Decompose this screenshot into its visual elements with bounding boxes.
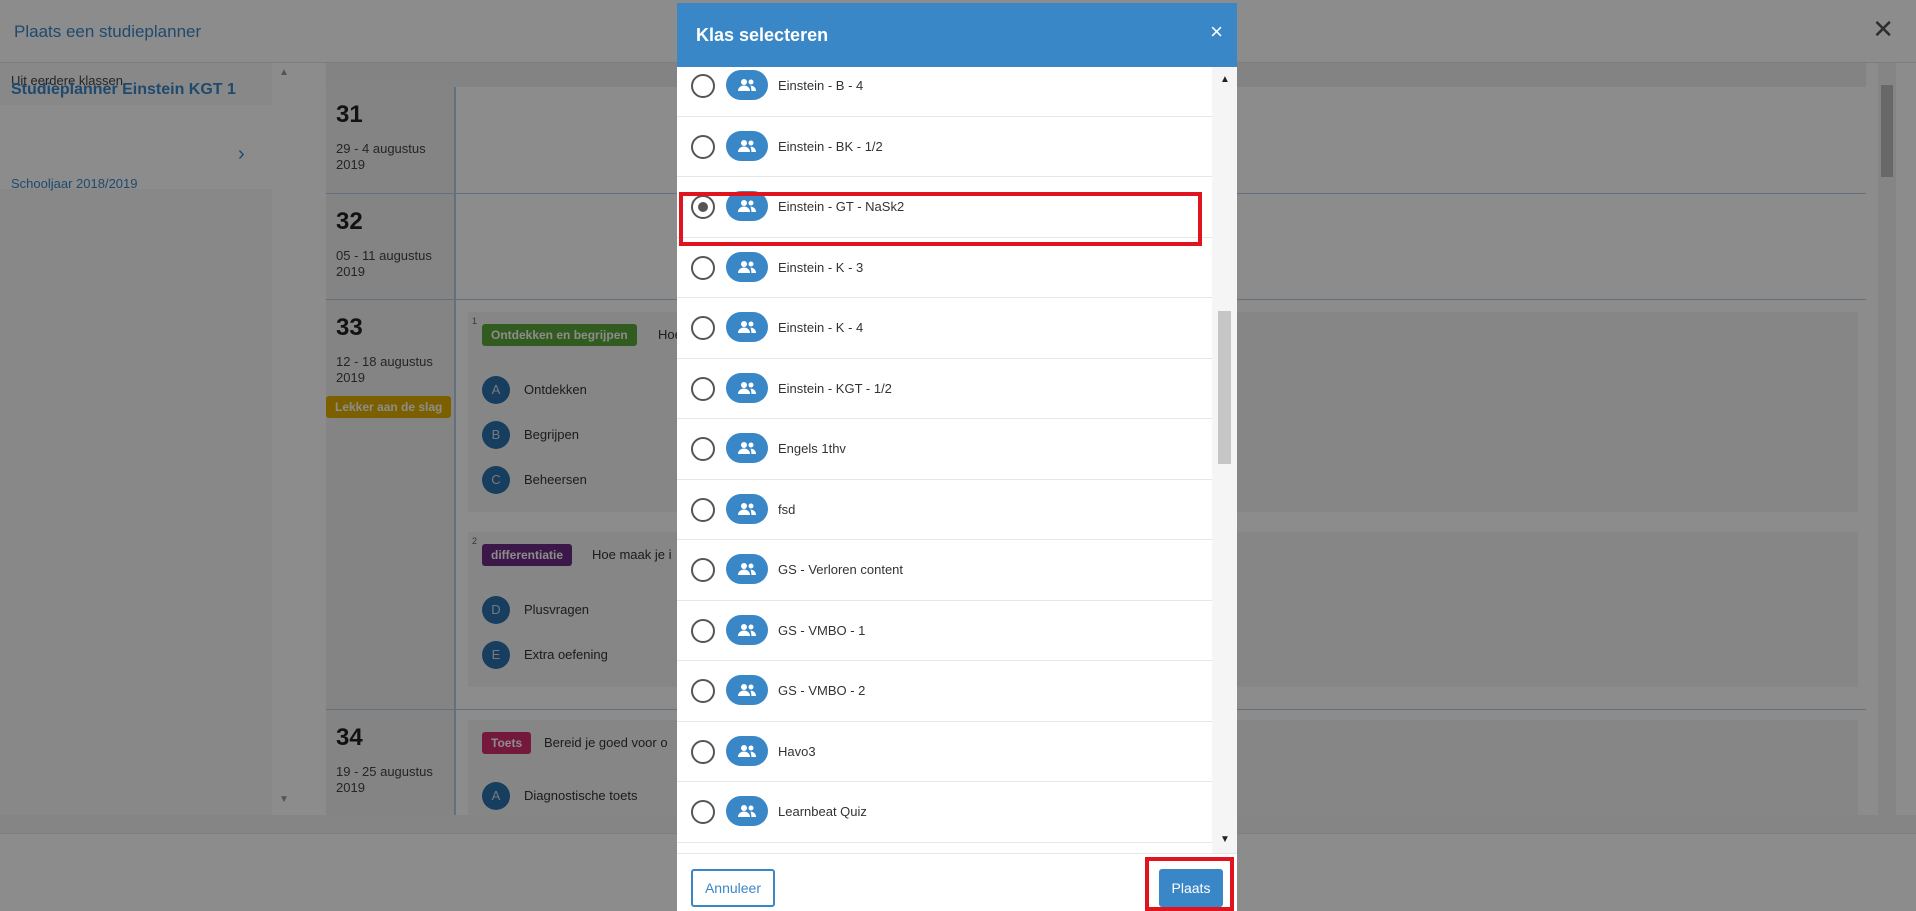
modal-title: Klas selecteren (696, 25, 829, 45)
class-row[interactable]: GS - VMBO - 1 (677, 601, 1212, 661)
group-icon (726, 493, 768, 524)
group-icon (726, 251, 768, 282)
class-row[interactable]: Havo3 (677, 722, 1212, 782)
scroll-down-arrow[interactable]: ▼ (1220, 834, 1230, 845)
class-radio[interactable] (691, 255, 715, 280)
group-icon (726, 675, 768, 705)
class-label: Einstein - GT - NaSk2 (778, 199, 905, 214)
close-icon[interactable]: × (1210, 21, 1223, 43)
class-radio[interactable] (691, 316, 715, 340)
class-row[interactable]: GS - Verloren content (677, 540, 1212, 601)
class-row[interactable]: fsd (677, 480, 1212, 540)
list-scrollbar[interactable]: ▲ ▼ (1212, 67, 1237, 853)
class-row[interactable]: Einstein - BK - 1/2 (677, 117, 1212, 177)
group-icon (726, 70, 768, 100)
class-label: fsd (778, 501, 796, 517)
class-row[interactable]: Learnbeat Quiz (677, 782, 1212, 843)
group-icon (726, 191, 768, 221)
group-icon (726, 614, 768, 645)
class-label: Einstein - B - 4 (778, 78, 864, 93)
class-radio[interactable] (691, 558, 715, 582)
class-label: Einstein - BK - 1/2 (778, 138, 883, 154)
modal-footer: Annuleer Plaats (677, 853, 1237, 911)
group-icon (726, 433, 768, 463)
class-radio[interactable] (691, 618, 715, 643)
class-label: Einstein - K - 3 (778, 259, 864, 275)
group-icon (726, 130, 768, 161)
class-radio[interactable] (691, 739, 715, 764)
class-label: Einstein - K - 4 (778, 320, 864, 335)
class-radio[interactable] (691, 679, 715, 703)
place-button[interactable]: Plaats (1159, 869, 1223, 907)
class-label: Engels 1thv (778, 441, 846, 456)
class-radio[interactable] (691, 74, 715, 98)
scroll-up-arrow[interactable]: ▲ (1220, 74, 1230, 85)
group-icon (726, 312, 768, 342)
class-row[interactable]: GS - VMBO - 2 (677, 661, 1212, 722)
class-label: Einstein - KGT - 1/2 (778, 380, 892, 396)
class-radio[interactable] (691, 497, 715, 522)
class-select-modal: Klas selecteren × Einstein - B - 4 Einste… (677, 3, 1237, 911)
group-icon (726, 735, 768, 766)
class-label: GS - Verloren content (778, 562, 904, 577)
list-scroll-thumb[interactable] (1218, 311, 1231, 464)
class-label: GS - VMBO - 2 (778, 683, 866, 698)
class-radio[interactable] (691, 134, 715, 159)
cancel-button[interactable]: Annuleer (691, 869, 775, 907)
class-label: Learnbeat Quiz (778, 804, 867, 819)
class-radio[interactable] (691, 800, 715, 824)
class-list: Einstein - B - 4 Einstein - BK - 1/2 Einst… (677, 67, 1212, 853)
group-icon (726, 796, 768, 826)
class-row[interactable]: Einstein - KGT - 1/2 (677, 359, 1212, 419)
class-row[interactable]: Einstein - GT - NaSk2 (677, 177, 1212, 238)
class-radio[interactable] (691, 376, 715, 401)
class-label: GS - VMBO - 1 (778, 622, 866, 638)
group-icon (726, 372, 768, 403)
class-radio[interactable] (691, 195, 715, 219)
class-row[interactable]: Einstein - K - 3 (677, 238, 1212, 298)
class-row[interactable]: Engels 1thv (677, 419, 1212, 480)
class-row[interactable]: Einstein - K - 4 (677, 298, 1212, 359)
class-radio[interactable] (691, 437, 715, 461)
modal-header: Klas selecteren × (677, 3, 1237, 67)
group-icon (726, 554, 768, 584)
class-label: Havo3 (778, 743, 816, 759)
class-row[interactable]: Einstein - B - 4 (677, 67, 1212, 117)
